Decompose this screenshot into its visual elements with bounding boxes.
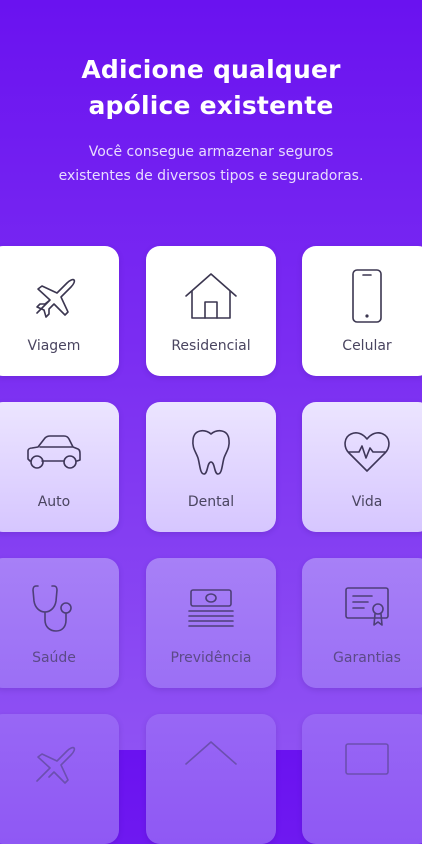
airplane-icon — [24, 266, 84, 326]
category-tile-viagem[interactable]: Viagem — [0, 246, 119, 376]
hero: Adicione qualquer apólice existente Você… — [0, 52, 422, 188]
category-label: Viagem — [27, 338, 81, 354]
certificate-icon — [337, 578, 397, 638]
page-subtitle: Você consegue armazenar seguros existent… — [58, 144, 364, 184]
category-tile-auto[interactable]: Auto — [0, 402, 119, 532]
page-title: Adicione qualquer apólice existente — [81, 55, 341, 120]
category-tile-residencial[interactable]: Residencial — [146, 246, 276, 376]
car-icon — [24, 422, 84, 482]
category-label: Auto — [37, 494, 71, 510]
category-label: Saúde — [32, 650, 76, 666]
stethoscope-icon — [24, 578, 84, 638]
category-label: Celular — [342, 338, 392, 354]
category-tile-partial-left[interactable] — [0, 714, 119, 844]
category-label: Previdência — [170, 650, 252, 666]
category-label: Vida — [351, 494, 383, 510]
category-label: Garantias — [333, 650, 401, 666]
category-label: Dental — [187, 494, 235, 510]
airplane-icon — [24, 734, 84, 794]
house-icon — [181, 734, 241, 794]
tooth-icon — [181, 422, 241, 482]
category-tile-celular[interactable]: Celular — [302, 246, 422, 376]
category-tile-saude[interactable]: Saúde — [0, 558, 119, 688]
category-tile-vida[interactable]: Vida — [302, 402, 422, 532]
house-icon — [181, 266, 241, 326]
category-tile-partial-right[interactable] — [302, 714, 422, 844]
category-tile-partial-center[interactable] — [146, 714, 276, 844]
category-tile-previdencia[interactable]: Previdência — [146, 558, 276, 688]
heart-pulse-icon — [337, 422, 397, 482]
document-icon — [337, 734, 397, 794]
category-tile-dental[interactable]: Dental — [146, 402, 276, 532]
money-stack-icon — [181, 578, 241, 638]
category-tile-garantias[interactable]: Garantias — [302, 558, 422, 688]
category-label: Residencial — [171, 338, 251, 354]
smartphone-icon — [337, 266, 397, 326]
